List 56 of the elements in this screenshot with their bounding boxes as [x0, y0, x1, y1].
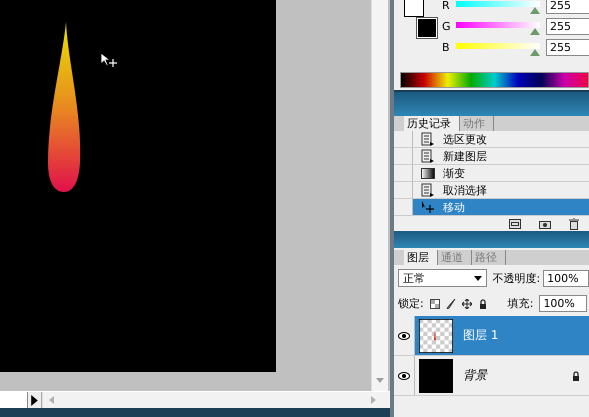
lock-label: 锁定: [398, 296, 424, 311]
scroll-right-icon[interactable] [371, 396, 376, 404]
blend-mode-dropdown[interactable]: 正常 [398, 269, 488, 287]
channel-label: G [441, 20, 452, 33]
channel-value-field[interactable]: 255 [546, 18, 589, 35]
document-icon [421, 183, 435, 197]
foreground-swatch[interactable] [404, 0, 424, 17]
history-item-label: 渐变 [443, 166, 465, 180]
background-swatch[interactable] [417, 18, 437, 38]
move-tool-icon [421, 200, 435, 214]
lock-transparency-icon[interactable] [430, 298, 440, 308]
fill-field[interactable]: 100% [539, 295, 588, 312]
scroll-left-icon[interactable] [49, 396, 54, 404]
history-item-label: 新建图层 [443, 148, 487, 164]
layer-name: 背景 [463, 367, 487, 384]
vertical-scrollbar[interactable] [371, 0, 388, 391]
layer-thumbnail [419, 358, 453, 392]
channel-value-field[interactable]: 255 [546, 0, 589, 14]
brush-icon[interactable] [446, 298, 456, 308]
layer-name: 图层 1 [463, 327, 498, 344]
move-icon[interactable] [462, 298, 472, 308]
channel-value-field[interactable]: 255 [546, 39, 589, 56]
channel-label: B [441, 41, 451, 54]
dropdown-arrow-icon [474, 276, 482, 280]
document-icon[interactable] [509, 218, 521, 228]
opacity-label: 不透明度: [492, 270, 540, 286]
channel-label: R [441, 0, 451, 12]
history-item-label: 移动 [443, 200, 465, 214]
scroll-down-icon[interactable] [376, 378, 384, 383]
history-item-label: 选区更改 [443, 132, 487, 146]
opacity-field[interactable]: 100% [543, 270, 589, 286]
layer-row[interactable]: 图层 1 [394, 316, 589, 356]
zoom-field[interactable] [0, 392, 28, 408]
play-icon [31, 394, 38, 406]
document-icon [421, 132, 435, 146]
trash-icon[interactable] [569, 218, 579, 230]
play-button[interactable] [28, 392, 42, 408]
document-icon [421, 149, 435, 163]
history-item-label: 取消选择 [443, 182, 487, 198]
panel-tab[interactable]: 图层 [404, 250, 438, 265]
lock-icon[interactable] [478, 298, 488, 308]
snapshot-checkbox[interactable] [394, 199, 413, 215]
move-cursor-icon [100, 52, 118, 68]
camera-icon[interactable] [539, 218, 551, 228]
fill-label: 填充: [508, 296, 534, 311]
history-item[interactable]: 选区更改 [394, 131, 589, 148]
gradient-icon [421, 166, 435, 180]
color-spectrum[interactable] [400, 72, 589, 88]
history-item[interactable]: 新建图层 [394, 148, 589, 165]
eye-icon[interactable] [398, 372, 410, 380]
panel-tab[interactable]: 历史记录 [404, 116, 460, 131]
layer-row[interactable]: 背景 [394, 356, 589, 396]
layer-thumbnail [419, 318, 453, 352]
eye-icon[interactable] [398, 332, 410, 340]
history-item[interactable]: 渐变 [394, 165, 589, 182]
history-item[interactable]: 移动 [394, 199, 589, 216]
